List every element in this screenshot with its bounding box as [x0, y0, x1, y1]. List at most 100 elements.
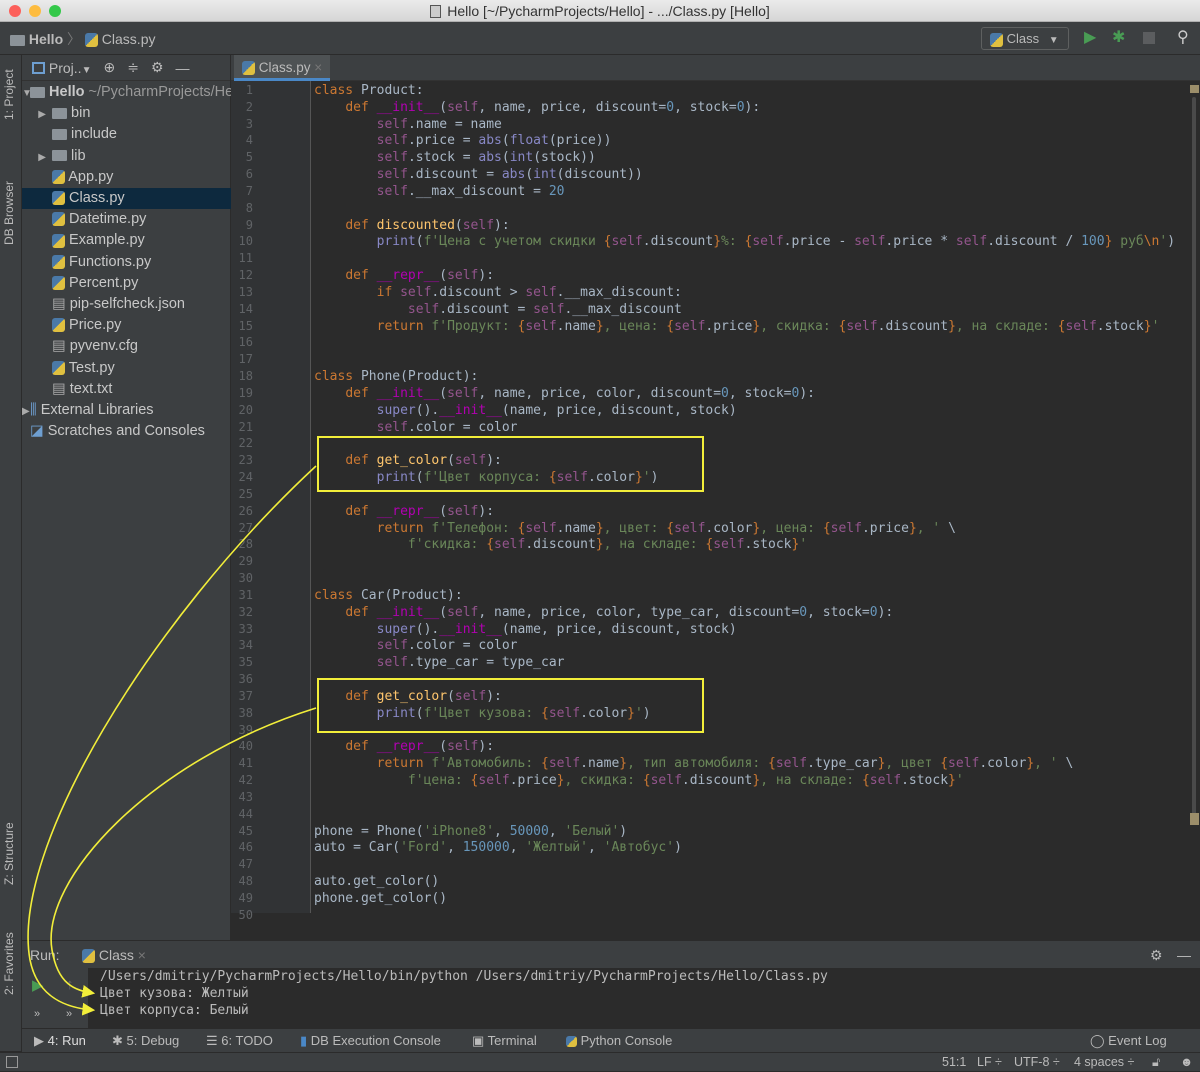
code-line[interactable]: self.type_car = type_car — [314, 654, 565, 671]
code-line[interactable]: self.color = color — [314, 419, 518, 436]
tree-item[interactable]: Price.py — [22, 315, 231, 336]
code-line[interactable]: self.__max_discount = 20 — [314, 183, 565, 200]
run-console[interactable]: /Users/dmitriy/PycharmProjects/Hello/bin… — [88, 968, 1200, 1028]
expand-arrow-icon[interactable]: ▼ — [22, 83, 32, 103]
tab-project[interactable]: 1: Project — [2, 69, 16, 120]
gear-icon[interactable]: ⚙ — [1150, 941, 1163, 969]
code-line[interactable]: return f'Телефон: {self.name}, цвет: {se… — [314, 520, 956, 537]
code-line[interactable]: phone.get_color() — [314, 890, 447, 907]
code-line[interactable]: return f'Продукт: {self.name}, цена: {se… — [314, 318, 1160, 335]
scroll-up-icon[interactable]: ↑ — [66, 976, 74, 993]
stop-button[interactable] — [1143, 32, 1155, 44]
code-line[interactable]: auto.get_color() — [314, 873, 439, 890]
code-line[interactable]: return f'Автомобиль: {self.name}, тип ав… — [314, 755, 1074, 772]
tree-item[interactable]: App.py — [22, 167, 231, 188]
collapse-all-icon[interactable]: ≑ — [127, 59, 139, 76]
code-line[interactable]: f'скидка: {self.discount}, на складе: {s… — [314, 536, 807, 553]
minimize-window-button[interactable] — [29, 5, 41, 17]
project-view-selector[interactable]: Proj..▼ — [32, 60, 91, 76]
debug-bug-icon[interactable]: ✱ — [1112, 27, 1125, 47]
line-separator[interactable]: LF ÷ — [977, 1053, 1002, 1072]
tree-item[interactable]: ▶ lib — [22, 146, 231, 167]
search-icon[interactable]: ⚲ — [1177, 27, 1189, 47]
tree-item[interactable]: Example.py — [22, 230, 231, 251]
tab-db-browser[interactable]: DB Browser — [2, 181, 16, 245]
locate-icon[interactable]: ⊕ — [103, 59, 115, 76]
code-line[interactable]: def __repr__(self): — [314, 503, 494, 520]
toolwindow-db-console[interactable]: ▮ DB Execution Console — [300, 1029, 441, 1053]
zoom-window-button[interactable] — [49, 5, 61, 17]
toolwindow-python-console[interactable]: Python Console — [566, 1029, 672, 1053]
event-log-button[interactable]: ◯ Event Log — [1090, 1029, 1167, 1053]
expand-arrow-icon[interactable]: ▶ — [22, 401, 30, 421]
tree-item[interactable]: ▤ text.txt — [22, 379, 231, 400]
tree-item[interactable]: include — [22, 124, 231, 145]
tab-class-py[interactable]: Class.py × — [234, 55, 331, 81]
code-line[interactable]: self.discount = abs(int(discount)) — [314, 166, 643, 183]
code-line[interactable]: super().__init__(name, price, discount, … — [314, 402, 737, 419]
tree-item[interactable]: Class.py — [22, 188, 231, 209]
tree-item[interactable]: ▶⫼ External Libraries — [22, 400, 231, 421]
code-line[interactable]: def __init__(self, name, price, color, d… — [314, 385, 815, 402]
tree-item[interactable]: Datetime.py — [22, 209, 231, 230]
indent-setting[interactable]: 4 spaces ÷ — [1074, 1053, 1134, 1072]
editor-scrollbar[interactable] — [1188, 81, 1200, 913]
tree-item[interactable]: Test.py — [22, 358, 231, 379]
code-editor[interactable]: class Product: def __init__(self, name, … — [314, 81, 1194, 913]
tree-item[interactable]: ▤ pip-selfcheck.json — [22, 294, 231, 315]
code-line[interactable]: def __init__(self, name, price, discount… — [314, 99, 760, 116]
toolwindow-terminal[interactable]: ▣ Terminal — [472, 1029, 537, 1053]
tree-item[interactable]: Functions.py — [22, 252, 231, 273]
run-button[interactable]: ▶ — [1084, 27, 1096, 47]
hide-icon[interactable]: — — [176, 60, 190, 76]
tree-item[interactable]: Percent.py — [22, 273, 231, 294]
run-tab-class[interactable]: Class × — [82, 941, 146, 969]
tree-item[interactable]: ▼ Hello ~/PycharmProjects/Hello — [22, 82, 231, 103]
lock-icon[interactable]: 🔓︎ — [1152, 1053, 1160, 1072]
inspector-icon[interactable]: ☻ — [1180, 1053, 1193, 1072]
run-config-selector[interactable]: Class ▼ — [981, 27, 1069, 50]
code-line[interactable]: print(f'Цена с учетом скидки {self.disco… — [314, 233, 1175, 250]
toolwindow-debug[interactable]: ✱ 5: Debug — [112, 1029, 179, 1053]
code-line[interactable]: phone = Phone('iPhone8', 50000, 'Белый') — [314, 823, 627, 840]
hide-panel-icon[interactable]: — — [1177, 941, 1191, 969]
code-line[interactable]: auto = Car('Ford', 150000, 'Желтый', 'Ав… — [314, 839, 682, 856]
breadcrumb-hello[interactable]: Hello — [29, 31, 63, 47]
code-line[interactable]: self.name = name — [314, 116, 502, 133]
code-line[interactable]: self.discount = self.__max_discount — [314, 301, 682, 318]
code-line[interactable]: f'цена: {self.price}, скидка: {self.disc… — [314, 772, 964, 789]
gear-icon[interactable]: ⚙ — [151, 59, 164, 76]
tree-item[interactable]: ▶ bin — [22, 103, 231, 124]
code-line[interactable]: def __init__(self, name, price, color, t… — [314, 604, 893, 621]
expand-arrow-icon[interactable]: ▶ — [22, 147, 52, 167]
close-window-button[interactable] — [9, 5, 21, 17]
close-tab-icon[interactable]: × — [314, 60, 322, 75]
code-line[interactable]: if self.discount > self.__max_discount: — [314, 284, 682, 301]
tab-favorites[interactable]: 2: Favorites — [2, 932, 16, 995]
more-icon[interactable]: » — [66, 1008, 72, 1020]
code-line[interactable]: super().__init__(name, price, discount, … — [314, 621, 737, 638]
toolwindow-run[interactable]: ▶ 4: Run — [34, 1029, 86, 1053]
scrollbar-thumb[interactable] — [1192, 97, 1196, 817]
code-line[interactable]: self.price = abs(float(price)) — [314, 132, 612, 149]
file-encoding[interactable]: UTF-8 ÷ — [1014, 1053, 1060, 1072]
code-line[interactable]: self.stock = abs(int(stock)) — [314, 149, 596, 166]
code-line[interactable]: def __repr__(self): — [314, 738, 494, 755]
expand-arrow-icon[interactable]: ▶ — [22, 104, 52, 124]
tree-item[interactable]: ◪ Scratches and Consoles — [22, 421, 231, 442]
toggle-toolwindows-icon[interactable] — [6, 1056, 18, 1068]
close-run-tab-icon[interactable]: × — [138, 947, 146, 963]
breadcrumb-class-py[interactable]: Class.py — [102, 31, 156, 47]
tab-structure[interactable]: Z: Structure — [2, 822, 16, 885]
rerun-icon[interactable]: ▶ — [32, 976, 44, 994]
toolwindow-todo[interactable]: ☰ 6: TODO — [206, 1029, 273, 1053]
code-line[interactable]: class Car(Product): — [314, 587, 463, 604]
code-line[interactable]: class Phone(Product): — [314, 368, 478, 385]
warning-marker[interactable] — [1190, 85, 1199, 93]
code-line[interactable]: self.color = color — [314, 637, 518, 654]
tree-item[interactable]: ▤ pyvenv.cfg — [22, 336, 231, 357]
code-line[interactable]: def discounted(self): — [314, 217, 509, 234]
code-line[interactable]: class Product: — [314, 82, 424, 99]
code-line[interactable]: def __repr__(self): — [314, 267, 494, 284]
more-icon[interactable]: » — [34, 1008, 40, 1020]
